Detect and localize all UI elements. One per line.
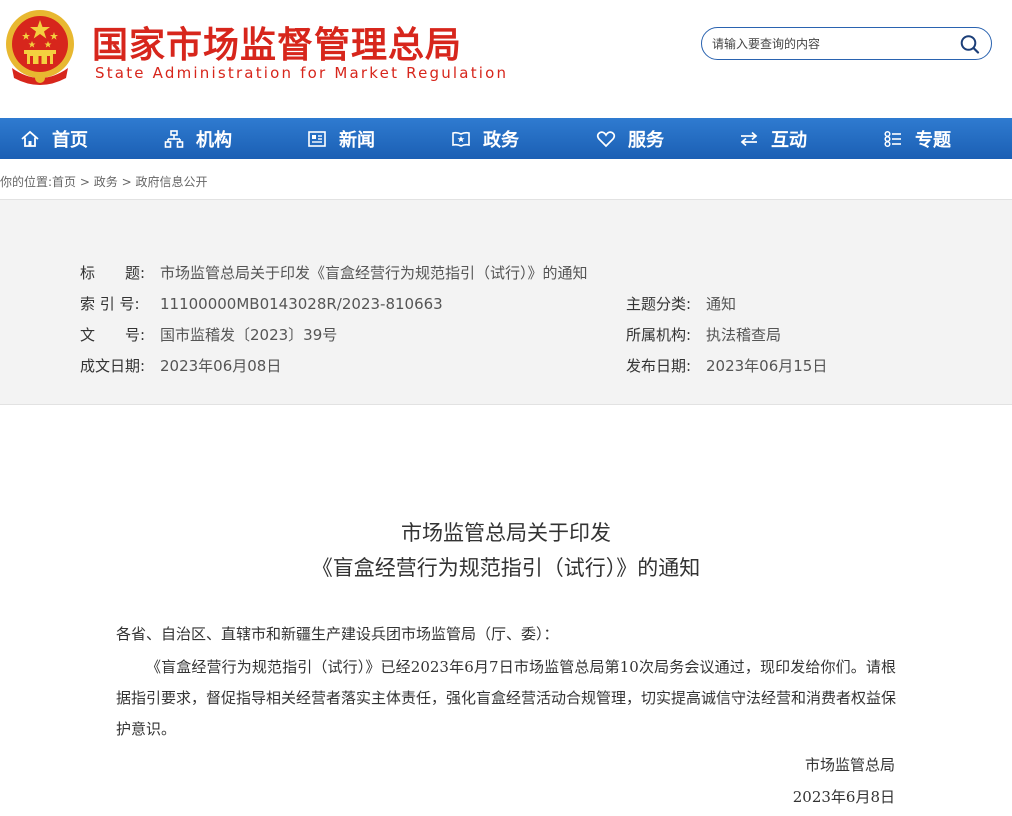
search-box	[701, 27, 992, 60]
nav-item-home[interactable]: 首页	[20, 118, 88, 159]
meta-org-value: 执法稽查局	[706, 326, 782, 344]
nav-item-interact[interactable]: 互动	[739, 118, 807, 159]
national-emblem-icon[interactable]	[4, 8, 76, 86]
nav-item-topics[interactable]: 专题	[883, 118, 951, 159]
org-chart-icon	[164, 129, 184, 148]
site-subtitle-english: State Administration for Market Regulati…	[95, 64, 509, 82]
article-salutation: 各省、自治区、直辖市和新疆生产建设兵团市场监管局（厅、委）：	[116, 625, 559, 643]
nav-item-label: 首页	[52, 129, 88, 151]
meta-topic-row: 主题分类: 通知	[626, 293, 736, 314]
article-paragraph: 《盲盒经营行为规范指引（试行）》已经2023年6月7日市场监管总局第10次局务会…	[116, 658, 897, 738]
shield-book-icon	[452, 131, 470, 147]
meta-org-label: 所属机构:	[626, 326, 692, 344]
site-title[interactable]: 国家市场监督管理总局	[92, 16, 462, 68]
meta-index-label: 索 引 号:	[80, 295, 140, 313]
meta-title-row: 标 题: 市场监管总局关于印发《盲盒经营行为规范指引（试行）》的通知	[80, 262, 588, 283]
meta-index-row: 索 引 号: 11100000MB0143028R/2023-810663	[80, 293, 443, 314]
nav-item-label: 服务	[628, 129, 664, 151]
main-nav: 首页 机构 新闻 政务 服务 互动 专题	[0, 118, 1012, 159]
meta-topic-label: 主题分类:	[626, 295, 692, 313]
meta-published-date-label: 发布日期:	[626, 357, 692, 375]
search-icon[interactable]	[959, 34, 981, 54]
article-date: 2023年6月8日	[792, 788, 895, 806]
meta-published-date-value: 2023年06月15日	[706, 357, 828, 375]
article-title-line-1: 市场监管总局关于印发	[401, 521, 611, 545]
meta-doc-number-value: 国市监稽发〔2023〕39号	[160, 326, 338, 344]
meta-published-date-row: 发布日期: 2023年06月15日	[626, 355, 827, 376]
breadcrumb-separator: >	[79, 175, 90, 189]
site-header: 国家市场监督管理总局 State Administration for Mark…	[0, 0, 1012, 118]
nav-item-label: 机构	[196, 129, 232, 151]
meta-topic-value: 通知	[706, 295, 737, 313]
meta-org-row: 所属机构: 执法稽查局	[626, 324, 781, 345]
breadcrumb-item-affairs[interactable]: 政务	[94, 175, 118, 189]
meta-title-label: 标 题:	[80, 264, 146, 282]
article-signature: 市场监管总局	[804, 756, 895, 774]
document-meta-panel: 标 题: 市场监管总局关于印发《盲盒经营行为规范指引（试行）》的通知 索 引 号:…	[0, 199, 1012, 405]
meta-created-date-row: 成文日期: 2023年06月08日	[80, 355, 281, 376]
breadcrumb-prefix: 你的位置:	[0, 175, 53, 189]
heart-icon	[596, 130, 616, 147]
exchange-arrows-icon	[740, 131, 758, 146]
article-title-line-2: 《盲盒经营行为规范指引（试行）》的通知	[311, 556, 701, 580]
breadcrumb: 你的位置:首页 > 政务 > 政府信息公开	[0, 173, 208, 190]
meta-index-value: 11100000MB0143028R/2023-810663	[160, 295, 443, 313]
nav-item-label: 专题	[915, 129, 951, 151]
meta-doc-number-row: 文 号: 国市监稽发〔2023〕39号	[80, 324, 337, 345]
newspaper-icon	[308, 130, 326, 147]
meta-created-date-label: 成文日期:	[80, 357, 146, 375]
nav-item-service[interactable]: 服务	[596, 118, 664, 159]
nav-item-label: 政务	[483, 129, 519, 151]
nav-item-label: 互动	[771, 129, 807, 151]
nav-item-label: 新闻	[339, 129, 375, 151]
breadcrumb-separator: >	[121, 175, 132, 189]
nav-item-org[interactable]: 机构	[164, 118, 232, 159]
topic-list-icon	[884, 130, 901, 147]
meta-created-date-value: 2023年06月08日	[160, 357, 282, 375]
nav-item-news[interactable]: 新闻	[307, 118, 375, 159]
meta-title-value: 市场监管总局关于印发《盲盒经营行为规范指引（试行）》的通知	[160, 264, 588, 282]
meta-doc-number-label: 文 号:	[80, 326, 146, 344]
breadcrumb-item-home[interactable]: 首页	[52, 175, 76, 189]
nav-item-affairs[interactable]: 政务	[451, 118, 519, 159]
breadcrumb-item-info-disclosure[interactable]: 政府信息公开	[136, 175, 208, 189]
home-icon	[21, 130, 39, 147]
search-input[interactable]	[712, 34, 952, 54]
